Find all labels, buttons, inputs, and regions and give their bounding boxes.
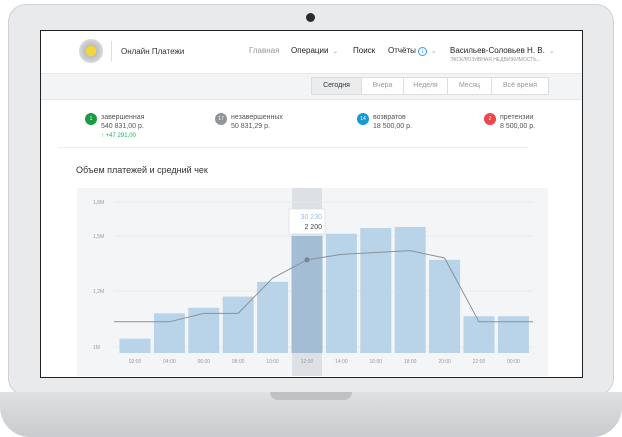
bar: [222, 296, 254, 353]
bar: [360, 228, 392, 353]
laptop-notch: [270, 392, 352, 400]
x-tick-label: 10:00: [266, 359, 279, 365]
x-tick-label: 22:00: [473, 359, 486, 365]
x-tick-label: 16:00: [370, 359, 383, 365]
y-tick-label: 1,5M: [93, 234, 104, 240]
bar: [291, 236, 323, 353]
bar: [394, 226, 426, 353]
bar: [119, 338, 151, 353]
y-tick-label: 1,2M: [93, 289, 104, 295]
bar: [325, 233, 357, 353]
x-tick-label: 18:00: [404, 359, 417, 365]
tooltip-avg-check: 2 200: [304, 224, 322, 231]
x-tick-label: 12:00: [301, 359, 314, 365]
payments-chart: 1M 1,2M 1,5M 1,8M 02:00 04:00 06:00 08:00 10:00 1…: [77, 188, 548, 376]
x-tick-label: 14:00: [335, 359, 348, 365]
x-tick-label: 08:00: [232, 359, 245, 365]
y-tick-label: 1M: [93, 345, 100, 351]
bar: [188, 307, 220, 353]
x-tick-label: 02:00: [129, 359, 142, 365]
tooltip-volume: 30 230: [301, 214, 323, 221]
screen: Онлайн Платежи Главная Операции ⌄ Поиск О…: [40, 30, 583, 378]
hover-point: [304, 257, 310, 263]
x-tick-label: 00:00: [507, 359, 520, 365]
x-tick-label: 20:00: [438, 359, 451, 365]
x-tick-label: 06:00: [198, 359, 211, 365]
y-tick-label: 1,8M: [93, 200, 104, 206]
x-tick-label: 04:00: [163, 359, 176, 365]
bar: [429, 259, 461, 353]
camera-icon: [306, 13, 315, 22]
bar: [257, 281, 289, 353]
